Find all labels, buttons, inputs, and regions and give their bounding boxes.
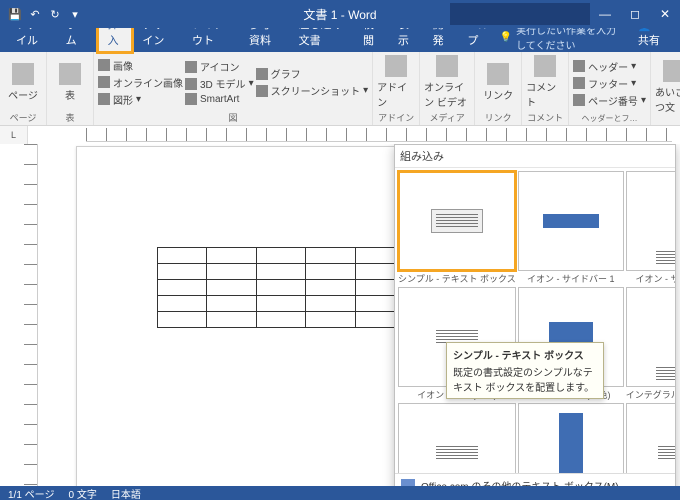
pages-icon xyxy=(12,63,34,85)
table-button[interactable]: 表 xyxy=(51,54,89,110)
gallery-item[interactable]: イオン - サイドバー 2 xyxy=(626,171,675,285)
document-area: シンプル - テキスト ボックス 既定の書式設定のシンプルなテキスト ボックスを… xyxy=(0,144,680,486)
group-label-addins: アドイン xyxy=(377,110,415,124)
group-label-illustrations: 図 xyxy=(98,110,368,124)
group-label-table: 表 xyxy=(51,110,89,124)
pictures-icon xyxy=(98,59,110,71)
page-number-button[interactable]: ページ番号 ▾ xyxy=(573,93,646,108)
shapes-icon xyxy=(98,93,110,105)
smartart-icon xyxy=(185,93,197,105)
status-bar: 1/1 ページ 0 文字 日本語 xyxy=(0,486,680,500)
redo-icon[interactable]: ↻ xyxy=(48,7,62,21)
online-pictures-button[interactable]: オンライン画像 xyxy=(98,75,183,90)
undo-icon[interactable]: ↶ xyxy=(28,7,42,21)
addins-button[interactable]: アドイン xyxy=(377,54,415,110)
group-addins: アドイン アドイン xyxy=(373,52,420,125)
gallery-thumb xyxy=(626,403,675,473)
office-icon xyxy=(401,479,415,487)
group-label-hf: ヘッダーとフ… xyxy=(573,112,646,124)
gallery-item[interactable]: インテグラル - サイドバー xyxy=(626,287,675,401)
status-language[interactable]: 日本語 xyxy=(111,486,141,501)
status-words[interactable]: 0 文字 xyxy=(68,486,96,501)
footer-icon xyxy=(573,77,585,89)
comment-icon xyxy=(534,55,556,77)
model3d-button[interactable]: 3D モデル ▾ xyxy=(185,76,254,91)
gallery-thumb xyxy=(518,171,624,271)
gallery-tooltip: シンプル - テキスト ボックス 既定の書式設定のシンプルなテキスト ボックスを… xyxy=(446,342,604,399)
group-pages: ページ ページ xyxy=(0,52,47,125)
group-label-links: リンク xyxy=(479,110,517,124)
model3d-icon xyxy=(185,78,197,90)
chart-button[interactable]: グラフ xyxy=(256,66,369,81)
group-label-pages: ページ xyxy=(4,110,42,124)
online-pictures-icon xyxy=(98,76,110,88)
header-icon xyxy=(573,60,585,72)
gallery-grid: シンプル - テキスト ボックス イオン - サイドバー 1 イオン - サイド… xyxy=(395,168,675,473)
save-icon[interactable]: 💾 xyxy=(8,7,22,21)
ribbon: ページ ページ 表 表 画像 オンライン画像 図形 ▾ アイコン 3D モデル … xyxy=(0,52,680,126)
group-links: リンク リンク xyxy=(475,52,522,125)
gallery-thumb xyxy=(398,403,516,473)
group-illustrations: 画像 オンライン画像 図形 ▾ アイコン 3D モデル ▾ SmartArt グ… xyxy=(94,52,373,125)
tooltip-title: シンプル - テキスト ボックス xyxy=(453,347,597,362)
group-label-comments: コメント xyxy=(526,110,564,124)
online-video-button[interactable]: オンライン ビデオ xyxy=(424,54,470,110)
chart-icon xyxy=(256,68,268,80)
gallery-item[interactable]: インテグラル - 引用 xyxy=(398,403,516,473)
group-table: 表 表 xyxy=(47,52,94,125)
window-title: 文書 1 - Word xyxy=(303,6,376,23)
addins-icon xyxy=(385,55,407,77)
greeting-icon xyxy=(663,60,680,82)
group-header-footer: ヘッダー ▾ フッター ▾ ページ番号 ▾ ヘッダーとフ… xyxy=(569,52,651,125)
document-table[interactable] xyxy=(157,247,405,328)
gallery-footer: Office.com のその他のテキスト ボックス(M) 横書きテキスト ボック… xyxy=(395,473,675,486)
close-button[interactable]: ✕ xyxy=(650,0,680,28)
smartart-button[interactable]: SmartArt xyxy=(185,93,254,105)
group-comments: コメント コメント xyxy=(522,52,569,125)
qat-customize-icon[interactable]: ▾ xyxy=(68,7,82,21)
group-text: あいさつ文 テキスト ボックス▾ ▾ ▾ ▾ テキスト xyxy=(651,52,680,125)
pictures-button[interactable]: 画像 xyxy=(98,58,183,73)
gallery-thumb xyxy=(626,287,675,387)
comment-button[interactable]: コメント xyxy=(526,54,564,110)
links-button[interactable]: リンク xyxy=(479,54,517,110)
screenshot-icon xyxy=(256,85,268,97)
gallery-item[interactable]: シンプル - テキスト ボックス xyxy=(398,171,516,285)
table-icon xyxy=(59,63,81,85)
textbox-gallery: 組み込み シンプル - テキスト ボックス イオン - サイドバー 1 イオン … xyxy=(394,144,676,486)
gallery-item[interactable]: イオン - サイドバー 1 xyxy=(518,171,624,285)
gallery-item[interactable]: オースティン - 引用 xyxy=(626,403,675,473)
gallery-thumb xyxy=(398,171,516,271)
icons-icon xyxy=(185,61,197,73)
account-banner[interactable] xyxy=(450,3,590,25)
vertical-ruler[interactable] xyxy=(24,144,38,486)
title-bar: 💾 ↶ ↻ ▾ 文書 1 - Word ― ◻ ✕ xyxy=(0,0,680,28)
footer-button[interactable]: フッター ▾ xyxy=(573,76,646,91)
header-button[interactable]: ヘッダー ▾ xyxy=(573,59,646,74)
more-from-office[interactable]: Office.com のその他のテキスト ボックス(M) xyxy=(395,474,675,486)
greeting-button[interactable]: あいさつ文 xyxy=(655,54,680,119)
gallery-thumb xyxy=(518,403,624,473)
page-number-icon xyxy=(573,94,585,106)
document-page[interactable] xyxy=(76,146,406,486)
shapes-button[interactable]: 図形 ▾ xyxy=(98,92,183,107)
horizontal-ruler[interactable]: L xyxy=(0,126,680,144)
video-icon xyxy=(436,55,458,77)
tooltip-description: 既定の書式設定のシンプルなテキスト ボックスを配置します。 xyxy=(453,364,597,394)
status-page[interactable]: 1/1 ページ xyxy=(8,486,54,501)
gallery-header: 組み込み xyxy=(395,145,675,168)
minimize-button[interactable]: ― xyxy=(590,0,620,28)
gallery-item[interactable]: オースティン - サイドバー xyxy=(518,403,624,473)
link-icon xyxy=(487,63,509,85)
gallery-thumb xyxy=(626,171,675,271)
pages-button[interactable]: ページ xyxy=(4,54,42,110)
icons-button[interactable]: アイコン xyxy=(185,59,254,74)
group-label-media: メディア xyxy=(424,110,470,124)
group-media: オンライン ビデオ メディア xyxy=(420,52,475,125)
ribbon-tabs: ファイル ホーム 挿入 デザイン レイアウト 参考資料 差し込み文書 校閲 表示… xyxy=(0,28,680,52)
maximize-button[interactable]: ◻ xyxy=(620,0,650,28)
screenshot-button[interactable]: スクリーンショット ▾ xyxy=(256,83,369,98)
lightbulb-icon: 💡 xyxy=(500,32,512,43)
